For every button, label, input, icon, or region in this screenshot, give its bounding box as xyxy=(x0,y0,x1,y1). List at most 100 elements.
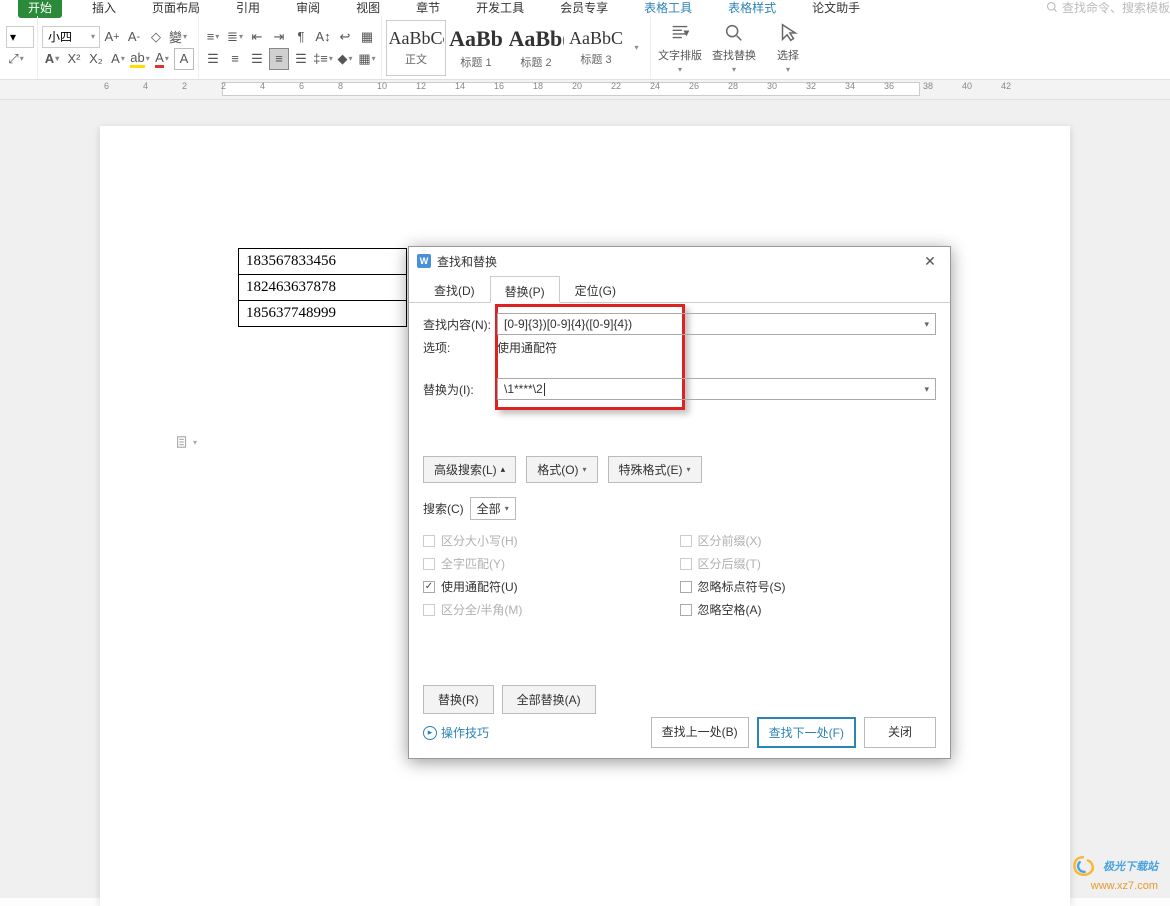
options-value: 使用通配符 xyxy=(497,339,557,356)
page-side-menu[interactable]: ▾ xyxy=(175,435,197,449)
textdir-icon[interactable]: A↕ xyxy=(313,26,333,48)
table-cell[interactable]: 185637748999 xyxy=(239,301,407,327)
marks-icon[interactable]: ¶ xyxy=(291,26,311,48)
command-search[interactable]: 查找命令、搜索模板 xyxy=(1046,0,1170,16)
find-replace-dialog: W 查找和替换 ✕ 查找(D) 替换(P) 定位(G) 查找内容(N): [0-… xyxy=(408,246,951,759)
ruler-number: 4 xyxy=(260,81,265,91)
find-prev-button[interactable]: 查找上一处(B) xyxy=(651,717,749,748)
chk-ignore-space[interactable]: 忽略空格(A) xyxy=(680,601,937,618)
style-heading2[interactable]: AaBb( 标题 2 xyxy=(506,20,566,76)
select-button[interactable]: 选择▾ xyxy=(763,21,813,74)
expand-icon[interactable]: ⤢▾ xyxy=(6,48,26,70)
align-right-icon[interactable]: ☰ xyxy=(247,48,267,70)
search-placeholder: 查找命令、搜索模板 xyxy=(1062,0,1170,16)
dialog-tab-find[interactable]: 查找(D) xyxy=(419,275,490,302)
style-heading1[interactable]: AaBb 标题 1 xyxy=(446,20,506,76)
replace-input[interactable]: \1****\2 ▾ xyxy=(497,378,936,400)
highlight-icon[interactable]: ab▾ xyxy=(130,48,150,70)
font-family-box[interactable]: ▾ xyxy=(6,26,34,48)
style-label: 标题 1 xyxy=(460,54,491,70)
search-scope-value: 全部 xyxy=(477,500,501,517)
replace-all-button[interactable]: 全部替换(A) xyxy=(502,685,596,714)
style-more-icon[interactable]: ▾ xyxy=(626,20,646,76)
chk-suffix: 区分后缀(T) xyxy=(680,555,937,572)
search-scope-select[interactable]: 全部▾ xyxy=(470,497,516,520)
ruler-number: 22 xyxy=(611,81,621,91)
numbering-icon[interactable]: ≣▾ xyxy=(225,26,245,48)
chevron-down-icon[interactable]: ▾ xyxy=(924,319,929,330)
close-dialog-button[interactable]: 关闭 xyxy=(864,717,936,748)
font-effects-icon[interactable]: A▾ xyxy=(108,48,128,70)
ruler-number: 8 xyxy=(338,81,343,91)
tips-link[interactable]: ▸ 操作技巧 xyxy=(423,724,489,741)
tips-label: 操作技巧 xyxy=(441,724,489,741)
chk-ignore-punct[interactable]: 忽略标点符号(S) xyxy=(680,578,937,595)
subscript-icon[interactable]: X₂ xyxy=(86,48,106,70)
find-replace-button[interactable]: 查找替换▾ xyxy=(709,21,759,74)
layout-icon[interactable]: ↩ xyxy=(335,26,355,48)
shading-icon[interactable]: ◆▾ xyxy=(335,48,355,70)
chevron-down-icon: ▾ xyxy=(193,438,197,447)
replace-label: 替换为(I): xyxy=(423,381,497,398)
style-heading3[interactable]: AaBbC 标题 3 xyxy=(566,20,626,76)
text-layout-button[interactable]: 文字排版▾ xyxy=(655,21,705,74)
superscript-icon[interactable]: X² xyxy=(64,48,84,70)
line-spacing-icon[interactable]: ‡≡▾ xyxy=(313,48,333,70)
font-size-box[interactable]: 小四▾ xyxy=(42,26,100,48)
select-label: 选择 xyxy=(777,47,799,63)
align-distribute-icon[interactable]: ☰ xyxy=(291,48,311,70)
ribbon: ▾ ⤢▾ 小四▾ A+ A- ◇ 變▾ A▾ X² X₂ A▾ ab▾ A▾ A… xyxy=(0,14,1170,80)
find-input[interactable]: [0-9]{3})[0-9]{4}([0-9]{4}) ▾ xyxy=(497,313,936,335)
grow-font-icon[interactable]: A+ xyxy=(102,26,122,48)
decrease-indent-icon[interactable]: ⇤ xyxy=(247,26,267,48)
replace-one-button[interactable]: 替换(R) xyxy=(423,685,494,714)
font-color-icon[interactable]: A▾ xyxy=(152,48,172,70)
format-button[interactable]: 格式(O)▾ xyxy=(526,456,597,483)
style-label: 标题 3 xyxy=(580,51,611,67)
align-center-icon[interactable]: ≡ xyxy=(225,48,245,70)
ruler-number: 12 xyxy=(416,81,426,91)
chk-wildcard[interactable]: ✓使用通配符(U) xyxy=(423,578,680,595)
increase-indent-icon[interactable]: ⇥ xyxy=(269,26,289,48)
bold-icon[interactable]: A▾ xyxy=(42,48,62,70)
char-border-icon[interactable]: A xyxy=(174,48,194,70)
align-left-icon[interactable]: ☰ xyxy=(203,48,223,70)
advanced-search-label: 高级搜索(L) xyxy=(434,461,497,478)
close-button[interactable]: ✕ xyxy=(918,251,942,271)
grid-icon[interactable]: ▦ xyxy=(357,26,377,48)
dialog-tab-replace[interactable]: 替换(P) xyxy=(490,276,560,303)
chevron-down-icon[interactable]: ▾ xyxy=(924,384,929,395)
style-preview: AaBb( xyxy=(509,26,564,52)
chk-label: 区分后缀(T) xyxy=(698,555,761,572)
text-layout-label: 文字排版 xyxy=(658,47,702,63)
tab-start[interactable]: 开始 xyxy=(18,0,62,18)
phonetic-icon[interactable]: 變▾ xyxy=(168,26,188,48)
advanced-search-button[interactable]: 高级搜索(L)▴ xyxy=(423,456,516,483)
shrink-font-icon[interactable]: A- xyxy=(124,26,144,48)
format-label: 格式(O) xyxy=(537,461,578,478)
borders-icon[interactable]: ▦▾ xyxy=(357,48,377,70)
chk-label: 区分大小写(H) xyxy=(441,532,518,549)
bullets-icon[interactable]: ≡▾ xyxy=(203,26,223,48)
dialog-tab-goto[interactable]: 定位(G) xyxy=(560,275,631,302)
align-justify-icon[interactable]: ≡ xyxy=(269,48,289,70)
table-cell[interactable]: 183567833456 xyxy=(239,249,407,275)
special-format-button[interactable]: 特殊格式(E)▾ xyxy=(608,456,702,483)
ruler-number: 38 xyxy=(923,81,933,91)
find-next-button[interactable]: 查找下一处(F) xyxy=(757,717,856,748)
replace-input-value: \1****\2 xyxy=(504,382,543,396)
clear-format-icon[interactable]: ◇ xyxy=(146,26,166,48)
ruler-number: 4 xyxy=(143,81,148,91)
dialog-titlebar[interactable]: W 查找和替换 ✕ xyxy=(409,247,950,275)
style-normal[interactable]: AaBbCcD 正文 xyxy=(386,20,446,76)
ruler-number: 2 xyxy=(221,81,226,91)
text-cursor xyxy=(544,383,545,396)
chk-match-case: 区分大小写(H) xyxy=(423,532,680,549)
phone-table[interactable]: 183567833456 182463637878 185637748999 xyxy=(238,248,407,327)
chk-whole-word: 全字匹配(Y) xyxy=(423,555,680,572)
ruler: 6422468101214161820222426283032343638404… xyxy=(0,80,1170,100)
style-preview: AaBb xyxy=(449,26,503,52)
table-cell[interactable]: 182463637878 xyxy=(239,275,407,301)
play-icon: ▸ xyxy=(423,726,437,740)
watermark-line2: www.xz7.com xyxy=(1091,880,1158,892)
